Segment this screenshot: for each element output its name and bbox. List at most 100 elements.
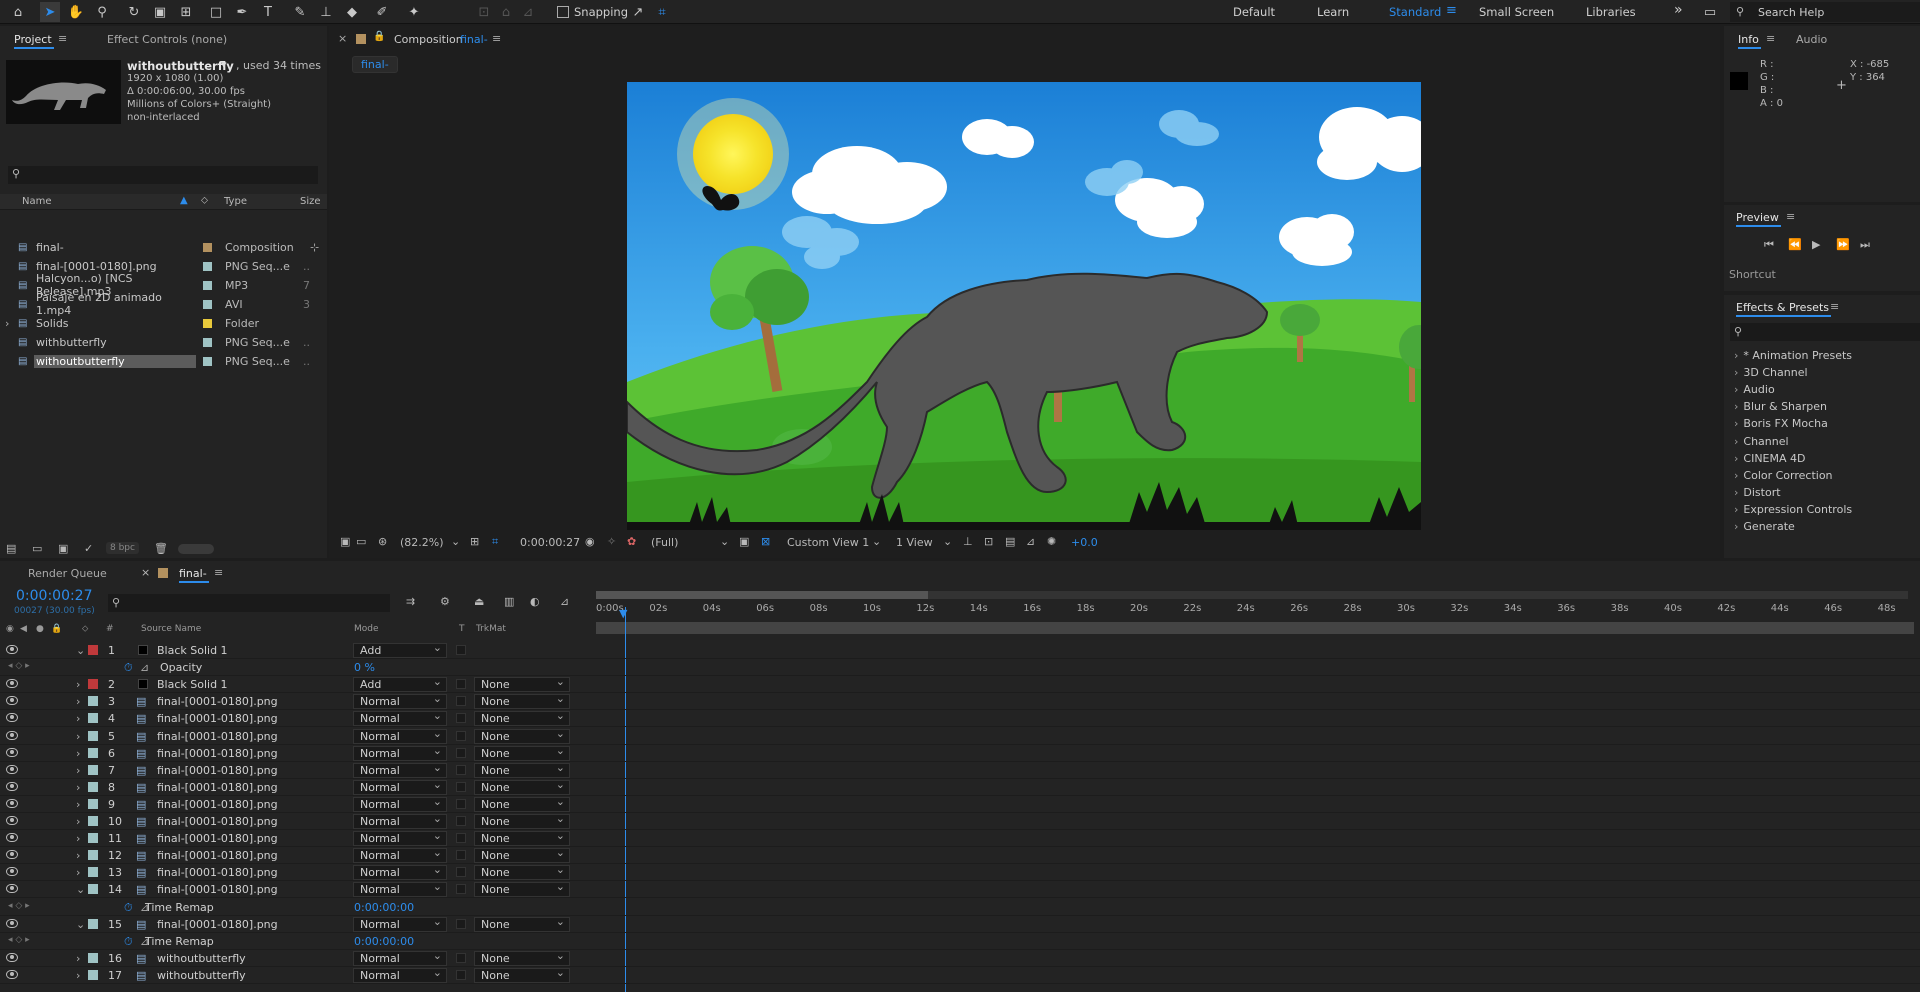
label-swatch[interactable] [88, 781, 98, 792]
label-swatch[interactable] [88, 833, 98, 844]
chevron-right-icon[interactable]: › [76, 969, 80, 982]
mode-dropdown[interactable]: Normal [353, 915, 447, 932]
preserve-transparency-toggle[interactable] [456, 850, 466, 861]
first-frame-icon[interactable]: ⏮ [1764, 238, 1774, 252]
viewer-timecode[interactable]: 0:00:00:27 [520, 536, 580, 549]
label-column-icon[interactable]: ⬦ [82, 624, 88, 634]
mode-dropdown[interactable]: Normal [353, 727, 447, 744]
preserve-transparency-toggle[interactable] [456, 747, 466, 758]
mode-dropdown[interactable]: Normal [353, 863, 447, 881]
timeline-icon[interactable]: ▤ [1005, 535, 1015, 548]
trash-icon[interactable]: 🗑 [154, 542, 168, 555]
stopwatch-icon[interactable]: ⏱ [124, 901, 133, 915]
stopwatch-icon[interactable]: ⏱ [124, 935, 133, 949]
property-value[interactable]: 0:00:00:00 [354, 935, 414, 948]
workspace-small-screen[interactable]: Small Screen [1479, 5, 1554, 19]
column-size[interactable]: Size [300, 196, 321, 207]
work-area-bar[interactable] [596, 591, 1908, 599]
trkmat-dropdown[interactable]: None [474, 675, 570, 693]
eye-icon[interactable] [6, 867, 18, 877]
column-t[interactable]: T [459, 624, 465, 634]
mode-dropdown[interactable]: Normal [353, 761, 447, 778]
video-toggle-icon[interactable]: ◉ [6, 624, 14, 634]
mode-dropdown[interactable]: Normal [353, 949, 447, 966]
label-swatch[interactable] [88, 679, 98, 690]
label-swatch[interactable] [88, 816, 98, 826]
layer-row[interactable]: › 11 ▤ final-[0001-0180].png Normal None [0, 829, 1920, 848]
preserve-transparency-toggle[interactable] [456, 798, 466, 809]
property-value[interactable]: 0:00:00:00 [354, 901, 414, 914]
preserve-transparency-toggle[interactable] [456, 884, 466, 895]
trkmat-dropdown[interactable]: None [474, 949, 570, 966]
layer-row[interactable]: ⌄ 15 ▤ final-[0001-0180].png Normal None [0, 915, 1920, 933]
snap-grid-icon[interactable]: ⌗ [652, 2, 672, 22]
chevron-down-icon[interactable]: ⌄ [76, 644, 85, 657]
workspace-standard[interactable]: Standard [1389, 5, 1441, 19]
preserve-transparency-toggle[interactable] [456, 764, 466, 775]
layer-name[interactable]: withoutbutterfly [157, 969, 246, 982]
expand-icon[interactable]: › [5, 317, 9, 330]
mode-dropdown[interactable]: Normal [353, 692, 447, 710]
preserve-transparency-toggle[interactable] [456, 730, 466, 741]
tab-final-comp[interactable]: final- [179, 567, 209, 583]
layer-row[interactable]: › 2 Black Solid 1 Add None [0, 675, 1920, 694]
layer-name[interactable]: Black Solid 1 [157, 678, 228, 691]
transparency-grid-icon[interactable]: ⌗ [492, 535, 498, 549]
layer-row[interactable]: ⌄ 1 Black Solid 1 Add [0, 641, 1920, 659]
layer-name[interactable]: final-[0001-0180].png [157, 747, 278, 760]
layer-row[interactable]: › 5 ▤ final-[0001-0180].png Normal None [0, 727, 1920, 745]
label-swatch[interactable] [203, 356, 212, 366]
trkmat-dropdown[interactable]: None [474, 829, 570, 847]
effects-search-input[interactable]: ⚲ [1730, 323, 1920, 341]
keyframe-nav-icon[interactable]: ◂ ◇ ▸ [8, 901, 30, 911]
current-time[interactable]: 0:00:00:27 [16, 588, 93, 604]
chevron-right-icon[interactable]: › [76, 764, 80, 777]
effect-category[interactable]: › CINEMA 4D [1734, 452, 1806, 465]
mode-dropdown[interactable]: Normal [353, 709, 447, 727]
preserve-transparency-toggle[interactable] [456, 713, 466, 724]
layer-row[interactable]: › 17 ▤ withoutbutterfly Normal None [0, 966, 1920, 984]
layer-name[interactable]: final-[0001-0180].png [157, 781, 278, 794]
eye-icon[interactable] [6, 747, 18, 757]
property-value[interactable]: 0 % [354, 661, 375, 674]
region-of-interest-icon[interactable]: ▣ [739, 535, 749, 548]
workspace-default[interactable]: Default [1233, 5, 1275, 19]
preserve-transparency-toggle[interactable] [456, 969, 466, 980]
layer-name[interactable]: final-[0001-0180].png [157, 849, 278, 862]
project-item[interactable]: ▤ final- Composition ⊹ [0, 238, 330, 256]
playhead-handle-icon[interactable]: ▼ [619, 607, 627, 620]
eye-icon[interactable] [6, 713, 18, 723]
monitor-icon[interactable]: ▭ [1700, 2, 1720, 22]
project-search-input[interactable]: ⚲ [8, 166, 318, 184]
label-swatch[interactable] [88, 713, 98, 724]
eye-icon[interactable] [6, 850, 18, 860]
toggle-pixel-aspect-icon[interactable]: ⊥ [963, 535, 973, 548]
mode-dropdown[interactable]: Normal [353, 846, 447, 864]
bit-depth-button[interactable]: 8 bpc [106, 542, 139, 554]
resolution-dropdown-icon[interactable]: ⌄ [720, 535, 729, 548]
tab-composition[interactable]: Composition [394, 33, 463, 46]
label-swatch[interactable] [203, 280, 212, 290]
eye-icon[interactable] [6, 679, 18, 689]
layer-name[interactable]: Black Solid 1 [157, 644, 228, 657]
keyframe-nav-icon[interactable]: ◂ ◇ ▸ [8, 935, 30, 945]
play-icon[interactable]: ▶ [1812, 238, 1820, 251]
puppet-pin-icon[interactable]: ✦ [404, 2, 424, 22]
label-swatch[interactable] [88, 918, 98, 929]
chevron-down-icon[interactable]: ⌄ [76, 883, 85, 896]
tab-audio[interactable]: Audio [1796, 33, 1827, 46]
label-column-icon[interactable]: ⬦ [201, 195, 208, 206]
lock-toggle-icon[interactable]: 🔒 [51, 624, 62, 634]
preserve-transparency-toggle[interactable] [456, 679, 466, 690]
panel-menu-icon[interactable]: ≡ [1766, 32, 1775, 45]
rectangle-icon[interactable]: □ [206, 2, 226, 22]
label-swatch[interactable] [88, 798, 98, 809]
tab-render-queue[interactable]: Render Queue [28, 567, 107, 580]
adjust-settings-icon[interactable]: ✓ [84, 542, 93, 555]
effect-category[interactable]: › 3D Channel [1734, 366, 1808, 379]
property-row[interactable]: ◂ ◇ ▸ ⏱ ⊿ Time Remap 0:00:00:00 [0, 933, 1920, 950]
label-swatch[interactable] [88, 730, 98, 741]
chevron-right-icon[interactable]: › [76, 678, 80, 691]
trkmat-dropdown[interactable]: None [474, 966, 570, 983]
previous-frame-icon[interactable]: ⏪ [1788, 238, 1802, 251]
